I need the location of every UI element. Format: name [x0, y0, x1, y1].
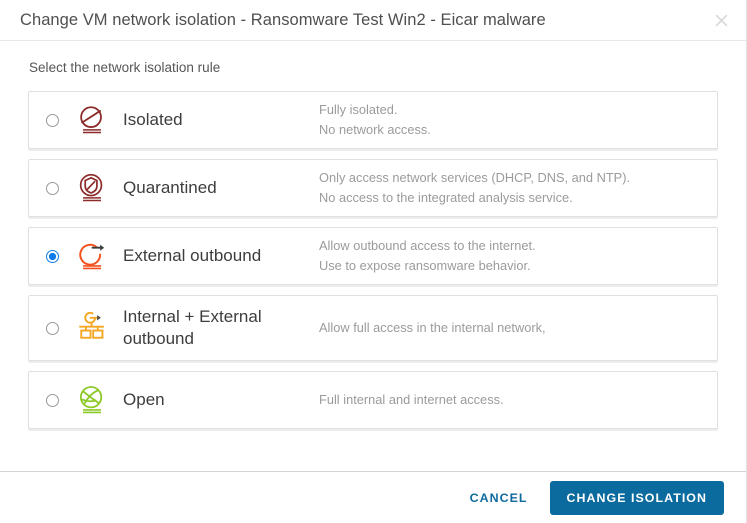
- option-quarantined[interactable]: Quarantined Only access network services…: [28, 159, 718, 217]
- icon-cell-isolated: [75, 103, 123, 137]
- radio-external-outbound[interactable]: [45, 249, 59, 263]
- radio-cell-isolated[interactable]: [29, 113, 75, 127]
- option-isolated[interactable]: Isolated Fully isolated. No network acce…: [28, 91, 718, 149]
- option-label-quarantined: Quarantined: [123, 178, 217, 198]
- icon-cell-open: [75, 383, 123, 417]
- option-label-isolated: Isolated: [123, 110, 183, 130]
- cancel-button[interactable]: CANCEL: [457, 482, 541, 514]
- dialog-body: Select the network isolation rule Isolat…: [0, 41, 746, 471]
- radio-quarantined[interactable]: [45, 181, 59, 195]
- dialog-title: Change VM network isolation - Ransomware…: [20, 10, 546, 29]
- radio-isolated[interactable]: [45, 113, 59, 127]
- option-description-quarantined: Only access network services (DHCP, DNS,…: [319, 168, 717, 208]
- icon-cell-internal-external-outbound: [75, 310, 123, 346]
- quarantined-icon: [79, 173, 103, 202]
- radio-internal-external-outbound[interactable]: [45, 321, 59, 335]
- option-description-open: Full internal and internet access.: [319, 390, 717, 410]
- option-open[interactable]: Open Full internal and internet access.: [28, 371, 718, 429]
- radio-cell-internal-external-outbound[interactable]: [29, 321, 75, 335]
- radio-cell-external-outbound[interactable]: [29, 249, 75, 263]
- option-internal-external-outbound[interactable]: Internal + External outbound Allow full …: [28, 295, 718, 361]
- option-external-outbound[interactable]: External outbound Allow outbound access …: [28, 227, 718, 285]
- option-description-external-outbound: Allow outbound access to the internet. U…: [319, 236, 717, 276]
- description-line: Fully isolated.: [319, 101, 398, 117]
- radio-cell-quarantined[interactable]: [29, 181, 75, 195]
- instruction-label: Select the network isolation rule: [29, 60, 221, 75]
- option-label-open: Open: [123, 390, 165, 410]
- close-icon: [715, 14, 727, 26]
- dialog-footer: CANCEL CHANGE ISOLATION: [0, 471, 746, 523]
- option-label-external-outbound: External outbound: [123, 246, 262, 266]
- open-icon: [79, 386, 103, 414]
- internal-external-outbound-icon: [79, 311, 104, 339]
- description-line: No network access.: [319, 122, 431, 137]
- option-description-internal-external-outbound: Allow full access in the internal networ…: [319, 318, 717, 338]
- description-line: Use to expose ransomware behavior.: [319, 258, 531, 273]
- radio-open[interactable]: [45, 393, 59, 407]
- external-outbound-icon: [79, 243, 104, 270]
- description-line: No access to the integrated analysis ser…: [319, 190, 573, 205]
- close-button[interactable]: [710, 9, 732, 31]
- isolated-icon: [80, 106, 102, 134]
- icon-cell-external-outbound: [75, 239, 123, 273]
- description-line: Allow full access in the internal networ…: [319, 319, 546, 335]
- network-isolation-rule-options: Isolated Fully isolated. No network acce…: [28, 91, 718, 429]
- option-description-isolated: Fully isolated. No network access.: [319, 100, 717, 140]
- description-line: Only access network services (DHCP, DNS,…: [319, 169, 631, 185]
- dialog-header: Change VM network isolation - Ransomware…: [0, 0, 746, 41]
- description-line: Allow outbound access to the internet.: [319, 237, 536, 253]
- radio-cell-open[interactable]: [29, 393, 75, 407]
- description-line: Full internal and internet access.: [319, 391, 504, 407]
- change-isolation-button[interactable]: CHANGE ISOLATION: [549, 480, 724, 515]
- option-label-internal-external-outbound: Internal + External outbound: [123, 307, 262, 348]
- change-vm-network-isolation-dialog: Change VM network isolation - Ransomware…: [0, 0, 747, 523]
- icon-cell-quarantined: [75, 171, 123, 205]
